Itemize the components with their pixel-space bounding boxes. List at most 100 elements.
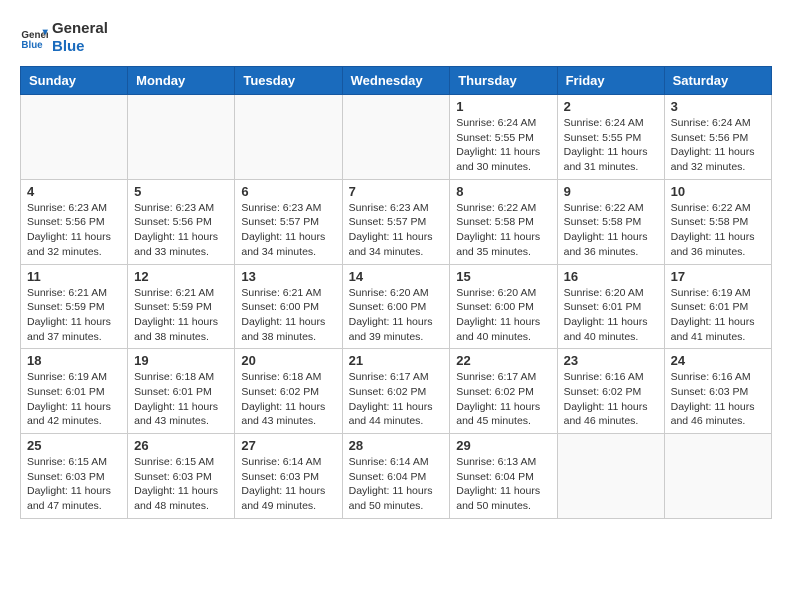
day-cell: 28Sunrise: 6:14 AMSunset: 6:04 PMDayligh… [342, 434, 450, 519]
day-number: 20 [241, 353, 335, 368]
day-cell [557, 434, 664, 519]
day-number: 1 [456, 99, 550, 114]
day-cell: 20 Sunrise: 6:18 AMSunset: 6:02 PMDayligh… [235, 349, 342, 434]
day-number: 28 [349, 438, 444, 453]
logo-blue: Blue [52, 38, 85, 55]
day-number: 25 [27, 438, 121, 453]
week-row-2: 4Sunrise: 6:23 AMSunset: 5:56 PMDaylight… [21, 179, 772, 264]
day-info: Sunrise: 6:18 AMSunset: 6:02 PMDaylight:… [241, 370, 335, 429]
day-cell [128, 95, 235, 180]
day-cell: 5Sunrise: 6:23 AMSunset: 5:56 PMDaylight… [128, 179, 235, 264]
day-info: Sunrise: 6:22 AMSunset: 5:58 PMDaylight:… [564, 201, 658, 260]
day-cell: 12Sunrise: 6:21 AMSunset: 5:59 PMDayligh… [128, 264, 235, 349]
logo-general: General [52, 20, 108, 37]
day-cell [21, 95, 128, 180]
day-info: Sunrise: 6:13 AMSunset: 6:04 PMDaylight:… [456, 455, 550, 514]
day-info: Sunrise: 6:23 AMSunset: 5:56 PMDaylight:… [27, 201, 121, 260]
day-number: 5 [134, 184, 228, 199]
day-info: Sunrise: 6:16 AMSunset: 6:02 PMDaylight:… [564, 370, 658, 429]
day-number: 14 [349, 269, 444, 284]
day-cell: 7Sunrise: 6:23 AMSunset: 5:57 PMDaylight… [342, 179, 450, 264]
day-info: Sunrise: 6:21 AMSunset: 5:59 PMDaylight:… [134, 286, 228, 345]
day-info: Sunrise: 6:21 AMSunset: 5:59 PMDaylight:… [27, 286, 121, 345]
logo-icon: General Blue [20, 24, 48, 52]
day-info: Sunrise: 6:18 AMSunset: 6:01 PMDaylight:… [134, 370, 228, 429]
day-info: Sunrise: 6:14 AMSunset: 6:03 PMDaylight:… [241, 455, 335, 514]
day-cell: 22 Sunrise: 6:17 AMSunset: 6:02 PMDayligh… [450, 349, 557, 434]
day-cell: 9 Sunrise: 6:22 AMSunset: 5:58 PMDaylight… [557, 179, 664, 264]
day-number: 26 [134, 438, 228, 453]
day-cell: 19 Sunrise: 6:18 AMSunset: 6:01 PMDayligh… [128, 349, 235, 434]
day-cell: 10Sunrise: 6:22 AMSunset: 5:58 PMDayligh… [664, 179, 771, 264]
day-cell: 29Sunrise: 6:13 AMSunset: 6:04 PMDayligh… [450, 434, 557, 519]
day-number: 7 [349, 184, 444, 199]
week-row-5: 25 Sunrise: 6:15 AMSunset: 6:03 PMDayligh… [21, 434, 772, 519]
day-number: 23 [564, 353, 658, 368]
day-cell: 16 Sunrise: 6:20 AMSunset: 6:01 PMDayligh… [557, 264, 664, 349]
day-cell: 17 Sunrise: 6:19 AMSunset: 6:01 PMDayligh… [664, 264, 771, 349]
day-cell: 13 Sunrise: 6:21 AMSunset: 6:00 PMDayligh… [235, 264, 342, 349]
day-cell: 23 Sunrise: 6:16 AMSunset: 6:02 PMDayligh… [557, 349, 664, 434]
day-cell: 15 Sunrise: 6:20 AMSunset: 6:00 PMDayligh… [450, 264, 557, 349]
day-info: Sunrise: 6:24 AMSunset: 5:56 PMDaylight:… [671, 116, 765, 175]
day-number: 8 [456, 184, 550, 199]
day-number: 21 [349, 353, 444, 368]
day-cell: 26 Sunrise: 6:15 AMSunset: 6:03 PMDayligh… [128, 434, 235, 519]
calendar: SundayMondayTuesdayWednesdayThursdayFrid… [20, 66, 772, 519]
day-header-saturday: Saturday [664, 67, 771, 95]
day-cell [342, 95, 450, 180]
day-info: Sunrise: 6:23 AMSunset: 5:57 PMDaylight:… [241, 201, 335, 260]
day-cell: 2 Sunrise: 6:24 AMSunset: 5:55 PMDaylight… [557, 95, 664, 180]
day-number: 22 [456, 353, 550, 368]
header: General Blue General Blue [20, 20, 772, 56]
day-number: 18 [27, 353, 121, 368]
day-cell: 3 Sunrise: 6:24 AMSunset: 5:56 PMDaylight… [664, 95, 771, 180]
week-row-4: 18 Sunrise: 6:19 AMSunset: 6:01 PMDayligh… [21, 349, 772, 434]
day-info: Sunrise: 6:19 AMSunset: 6:01 PMDaylight:… [671, 286, 765, 345]
day-info: Sunrise: 6:24 AMSunset: 5:55 PMDaylight:… [564, 116, 658, 175]
day-info: Sunrise: 6:15 AMSunset: 6:03 PMDaylight:… [134, 455, 228, 514]
day-number: 16 [564, 269, 658, 284]
day-info: Sunrise: 6:22 AMSunset: 5:58 PMDaylight:… [456, 201, 550, 260]
day-cell: 8 Sunrise: 6:22 AMSunset: 5:58 PMDaylight… [450, 179, 557, 264]
day-info: Sunrise: 6:20 AMSunset: 6:00 PMDaylight:… [349, 286, 444, 345]
day-info: Sunrise: 6:21 AMSunset: 6:00 PMDaylight:… [241, 286, 335, 345]
week-row-3: 11 Sunrise: 6:21 AMSunset: 5:59 PMDayligh… [21, 264, 772, 349]
day-header-sunday: Sunday [21, 67, 128, 95]
day-number: 24 [671, 353, 765, 368]
day-cell: 21 Sunrise: 6:17 AMSunset: 6:02 PMDayligh… [342, 349, 450, 434]
day-header-wednesday: Wednesday [342, 67, 450, 95]
day-number: 15 [456, 269, 550, 284]
day-info: Sunrise: 6:20 AMSunset: 6:00 PMDaylight:… [456, 286, 550, 345]
day-number: 2 [564, 99, 658, 114]
day-info: Sunrise: 6:24 AMSunset: 5:55 PMDaylight:… [456, 116, 550, 175]
day-cell: 14 Sunrise: 6:20 AMSunset: 6:00 PMDayligh… [342, 264, 450, 349]
day-number: 17 [671, 269, 765, 284]
day-cell: 4Sunrise: 6:23 AMSunset: 5:56 PMDaylight… [21, 179, 128, 264]
day-cell: 25 Sunrise: 6:15 AMSunset: 6:03 PMDayligh… [21, 434, 128, 519]
day-info: Sunrise: 6:15 AMSunset: 6:03 PMDaylight:… [27, 455, 121, 514]
day-cell [235, 95, 342, 180]
day-cell: 27 Sunrise: 6:14 AMSunset: 6:03 PMDayligh… [235, 434, 342, 519]
day-header-thursday: Thursday [450, 67, 557, 95]
day-number: 6 [241, 184, 335, 199]
svg-text:Blue: Blue [21, 40, 43, 51]
day-info: Sunrise: 6:17 AMSunset: 6:02 PMDaylight:… [456, 370, 550, 429]
day-header-tuesday: Tuesday [235, 67, 342, 95]
day-info: Sunrise: 6:16 AMSunset: 6:03 PMDaylight:… [671, 370, 765, 429]
calendar-header-row: SundayMondayTuesdayWednesdayThursdayFrid… [21, 67, 772, 95]
day-number: 13 [241, 269, 335, 284]
day-cell: 1 Sunrise: 6:24 AMSunset: 5:55 PMDaylight… [450, 95, 557, 180]
day-cell: 24 Sunrise: 6:16 AMSunset: 6:03 PMDayligh… [664, 349, 771, 434]
day-info: Sunrise: 6:20 AMSunset: 6:01 PMDaylight:… [564, 286, 658, 345]
day-number: 3 [671, 99, 765, 114]
day-number: 27 [241, 438, 335, 453]
day-number: 11 [27, 269, 121, 284]
day-number: 10 [671, 184, 765, 199]
day-header-monday: Monday [128, 67, 235, 95]
day-cell: 18 Sunrise: 6:19 AMSunset: 6:01 PMDayligh… [21, 349, 128, 434]
day-info: Sunrise: 6:17 AMSunset: 6:02 PMDaylight:… [349, 370, 444, 429]
day-number: 9 [564, 184, 658, 199]
day-info: Sunrise: 6:19 AMSunset: 6:01 PMDaylight:… [27, 370, 121, 429]
day-number: 19 [134, 353, 228, 368]
